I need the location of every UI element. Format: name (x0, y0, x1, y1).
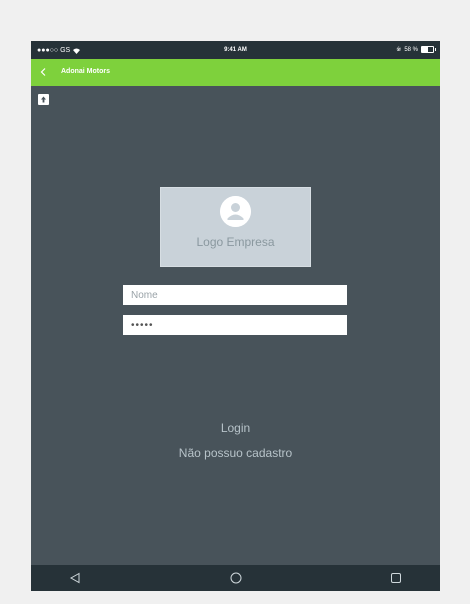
chevron-left-icon (40, 68, 46, 76)
register-link[interactable]: Não possuo cadastro (31, 446, 440, 460)
circle-home-icon (230, 572, 242, 584)
upload-icon (41, 96, 46, 103)
app-title: Adonai Motors (61, 68, 110, 75)
bluetooth-icon: ※ (396, 47, 402, 53)
app-bar: Adonai Motors (31, 59, 440, 86)
status-bar: ●●●○○ GS 9:41 AM ※ 58 % (31, 41, 440, 59)
square-recents-icon (391, 573, 401, 583)
system-nav-bar (31, 565, 440, 591)
nav-home-button[interactable] (229, 571, 243, 585)
nav-back-button[interactable] (68, 571, 82, 585)
login-button[interactable]: Login (31, 421, 440, 435)
battery-fill (422, 47, 429, 52)
status-right: ※ 58 % (396, 46, 436, 53)
name-input[interactable] (123, 285, 347, 305)
back-button[interactable] (37, 66, 49, 78)
account-circle-icon (220, 196, 251, 227)
password-input[interactable] (123, 315, 347, 335)
battery-percent: 58 % (404, 46, 418, 53)
triangle-back-icon (69, 572, 80, 584)
status-time: 9:41 AM (224, 47, 247, 53)
upload-button[interactable] (38, 94, 49, 105)
device-screen: ●●●○○ GS 9:41 AM ※ 58 % Adonai Motors Lo… (31, 41, 440, 591)
logo-label: Logo Empresa (196, 235, 275, 249)
company-logo-placeholder[interactable]: Logo Empresa (160, 187, 311, 267)
battery-icon (421, 46, 436, 53)
nav-recents-button[interactable] (389, 571, 403, 585)
